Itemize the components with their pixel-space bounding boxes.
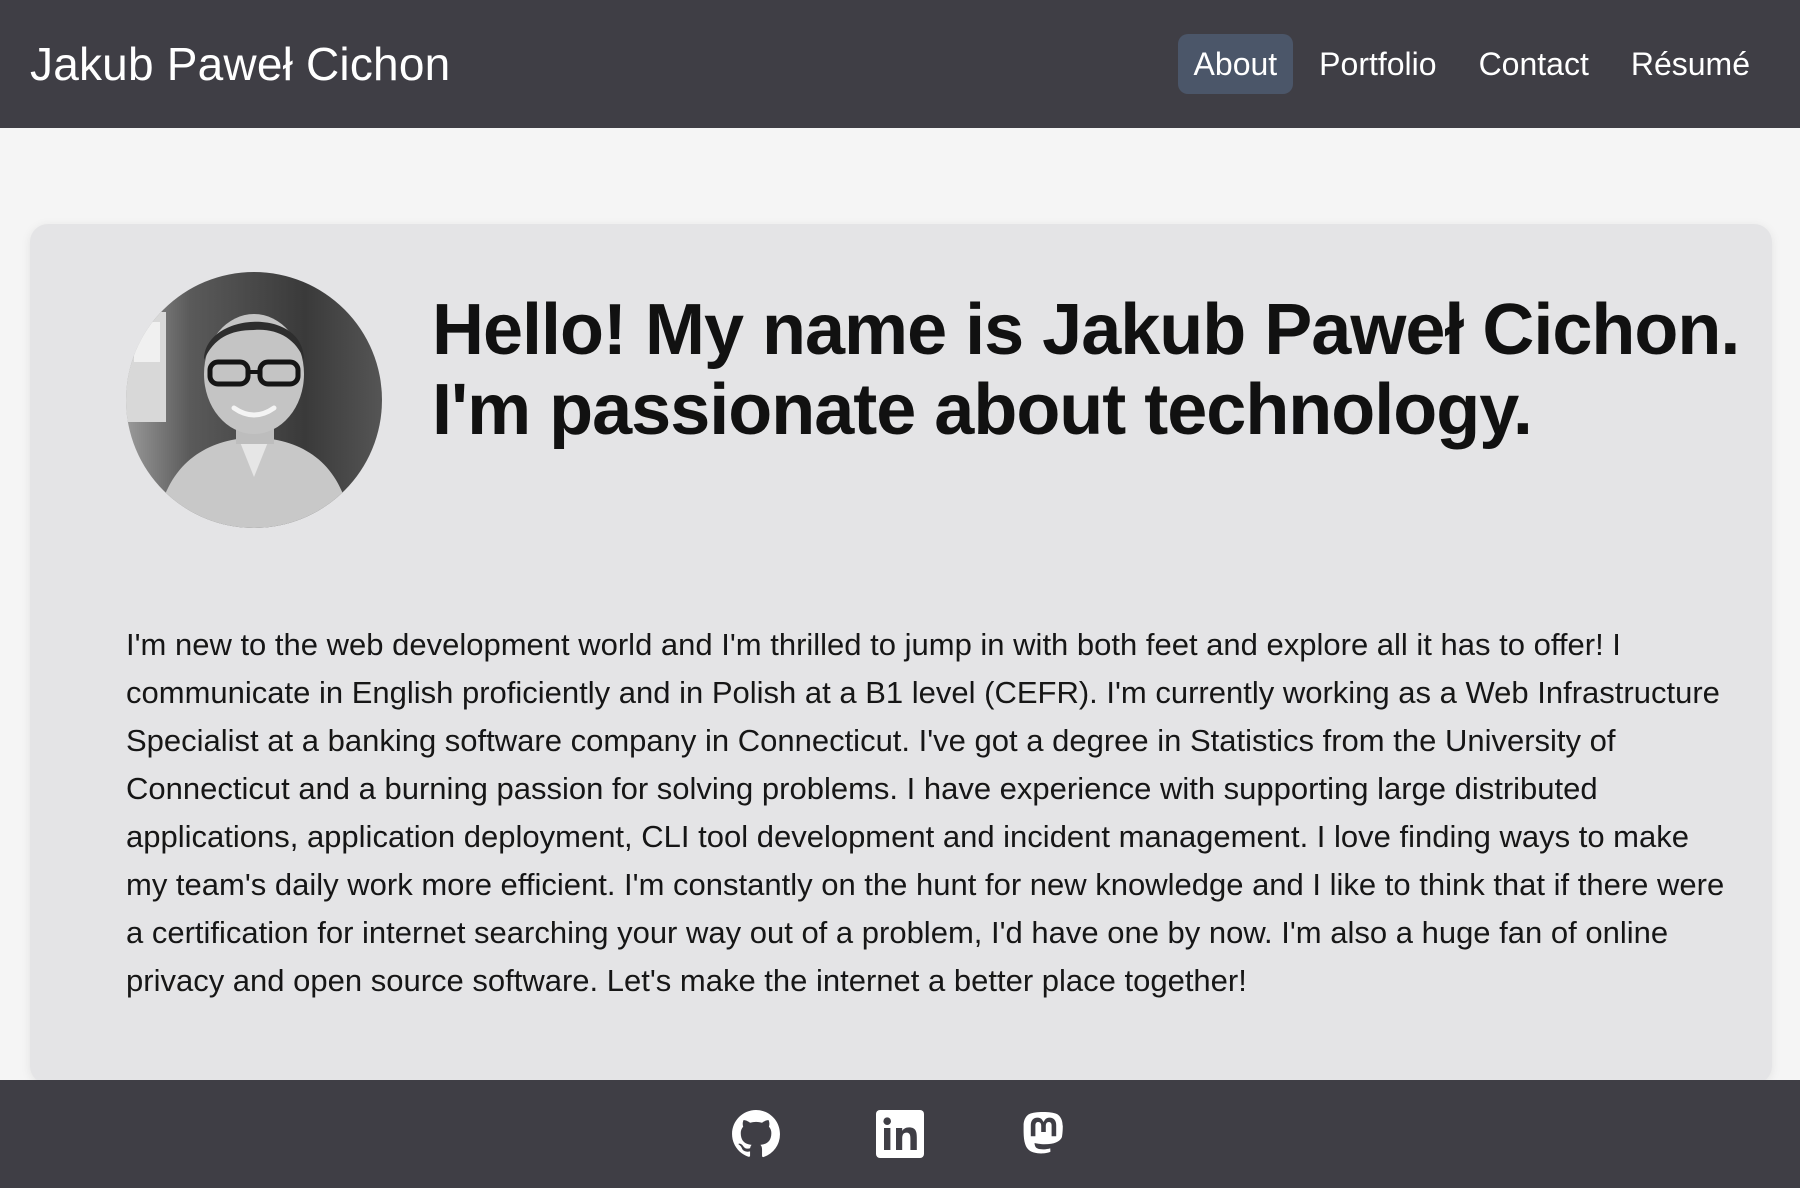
mastodon-link[interactable] [1019, 1109, 1069, 1159]
top-navbar: Jakub Paweł Cichon About Portfolio Conta… [0, 0, 1800, 128]
profile-photo [126, 272, 382, 528]
github-icon [732, 1110, 780, 1158]
nav-item-resume[interactable]: Résumé [1615, 34, 1766, 94]
main-nav: About Portfolio Contact Résumé [1177, 34, 1766, 94]
mastodon-icon [1023, 1112, 1063, 1154]
linkedin-icon [876, 1110, 924, 1158]
profile-photo-image [126, 272, 382, 528]
headline-line-2: I'm passionate about technology. [432, 369, 1533, 450]
footer-bar [0, 1080, 1800, 1188]
hero-section: Hello! My name is Jakub Paweł Cichon. I'… [126, 272, 1740, 528]
nav-item-contact[interactable]: Contact [1463, 34, 1605, 94]
bio-paragraph: I'm new to the web development world and… [126, 627, 1725, 998]
github-link[interactable] [731, 1109, 781, 1159]
site-brand-link[interactable]: Jakub Paweł Cichon [30, 37, 450, 91]
nav-item-about[interactable]: About [1177, 34, 1294, 94]
about-card: Hello! My name is Jakub Paweł Cichon. I'… [30, 224, 1772, 1084]
hero-headline: Hello! My name is Jakub Paweł Cichon. I'… [432, 289, 1740, 450]
nav-item-portfolio[interactable]: Portfolio [1303, 34, 1452, 94]
headline-line-1: Hello! My name is Jakub Paweł Cichon. [432, 289, 1740, 370]
linkedin-link[interactable] [875, 1109, 925, 1159]
